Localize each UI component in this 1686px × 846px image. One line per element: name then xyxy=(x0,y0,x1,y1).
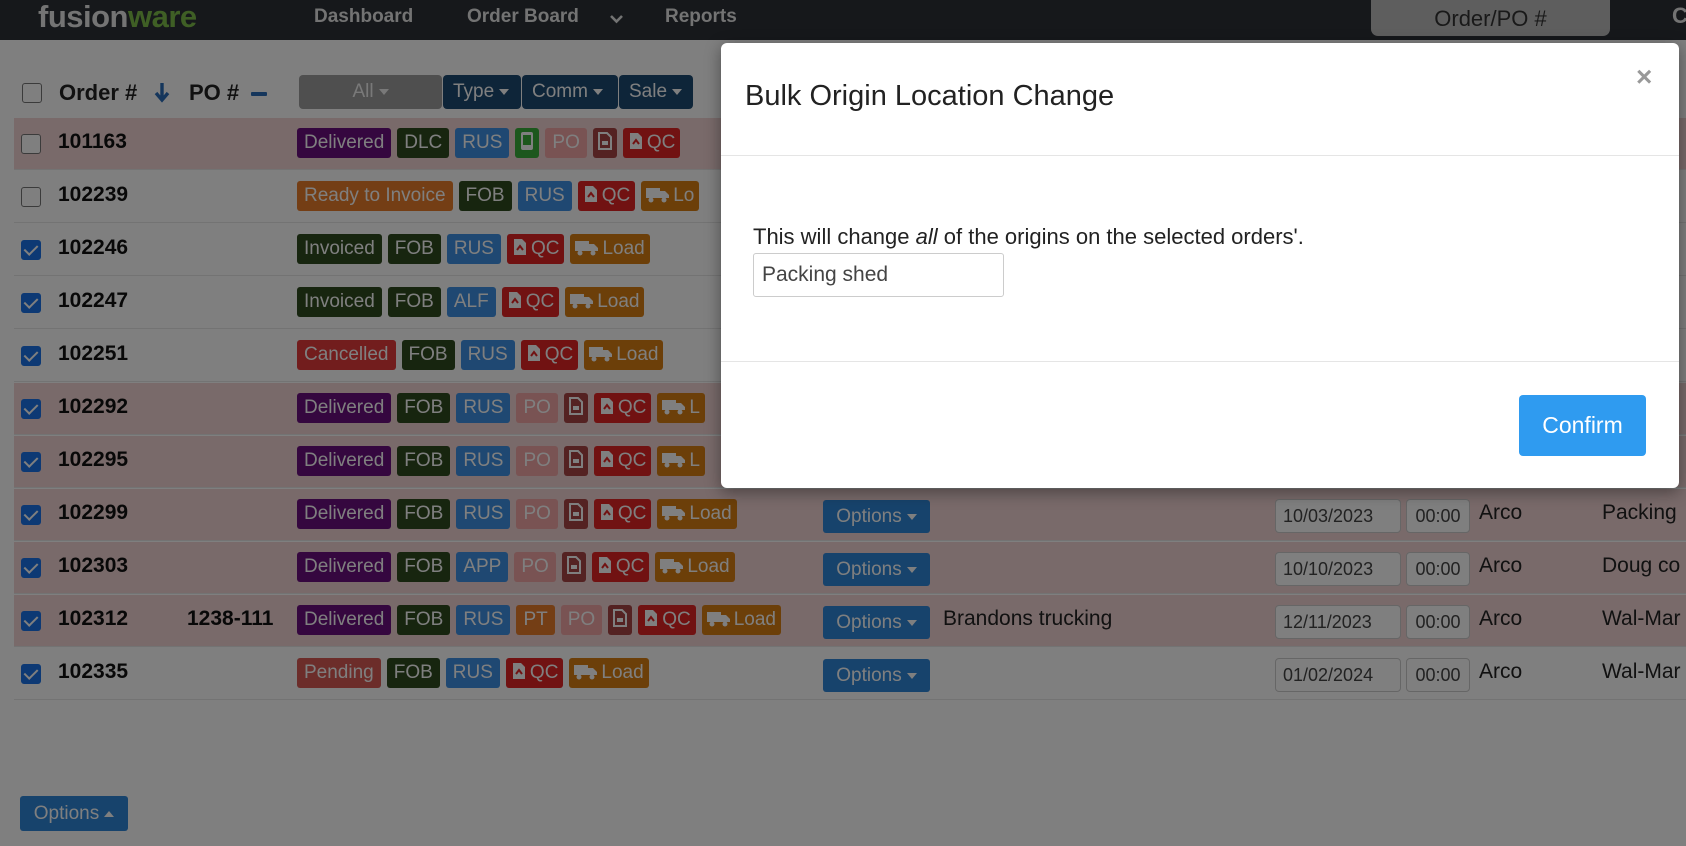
modal-message: This will change all of the origins on t… xyxy=(753,224,1304,249)
confirm-button[interactable]: Confirm xyxy=(1519,395,1646,456)
close-icon[interactable]: × xyxy=(1636,61,1652,93)
modal-title: Bulk Origin Location Change xyxy=(745,80,1115,112)
origin-location-input[interactable]: Packing shed xyxy=(753,253,1004,297)
modal-divider-bottom xyxy=(721,361,1679,362)
modal-divider-top xyxy=(721,155,1679,156)
bulk-origin-modal: Bulk Origin Location Change × This will … xyxy=(721,43,1679,488)
